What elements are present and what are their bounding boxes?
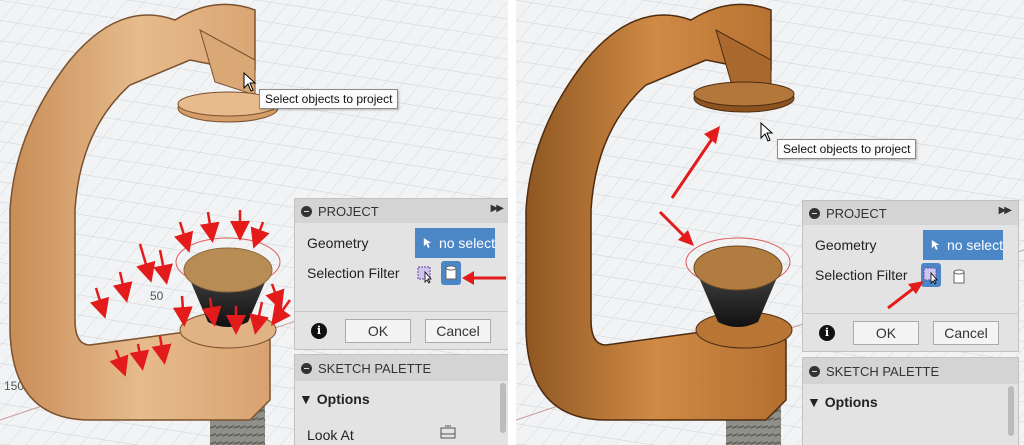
tooltip-select-objects: Select objects to project bbox=[777, 139, 917, 159]
options-section[interactable]: ▼ Options bbox=[807, 394, 878, 410]
options-label: Options bbox=[316, 391, 370, 407]
geometry-label: Geometry bbox=[815, 237, 877, 253]
collapse-icon[interactable] bbox=[809, 365, 820, 377]
look-at-icon[interactable] bbox=[439, 425, 457, 441]
arrow-cursor-icon bbox=[423, 238, 432, 248]
tooltip-select-objects: Select objects to project bbox=[259, 89, 399, 109]
project-panel-header[interactable]: PROJECT ▶▶ bbox=[295, 199, 508, 223]
collapse-icon[interactable] bbox=[809, 207, 820, 219]
left-screenshot-pane: 50 150 Select objects to project PROJECT… bbox=[0, 0, 508, 445]
sketch-palette-header[interactable]: SKETCH PALETTE bbox=[803, 358, 1018, 384]
collapse-icon[interactable] bbox=[301, 362, 312, 374]
expand-panel-icon[interactable]: ▶▶ bbox=[999, 205, 1012, 216]
sketch-palette-panel: SKETCH PALETTE ▼ Options bbox=[802, 357, 1019, 445]
geometry-select-button[interactable]: no select bbox=[415, 228, 495, 258]
annotation-arrow-filter bbox=[462, 271, 506, 285]
mouse-cursor-icon bbox=[760, 122, 774, 142]
expand-panel-icon[interactable]: ▶▶ bbox=[491, 203, 504, 214]
geometry-select-button[interactable]: no select bbox=[923, 230, 1003, 260]
sketch-palette-header[interactable]: SKETCH PALETTE bbox=[295, 355, 508, 381]
info-icon[interactable]: i bbox=[311, 323, 327, 339]
specified-entities-filter-icon[interactable] bbox=[415, 264, 435, 284]
sketch-palette-title: SKETCH PALETTE bbox=[318, 360, 432, 376]
bodies-filter-button[interactable] bbox=[441, 261, 461, 285]
arrow-cursor-icon bbox=[931, 240, 940, 250]
body-cylinder-icon[interactable] bbox=[949, 266, 969, 286]
mouse-cursor-icon bbox=[243, 72, 257, 92]
sketch-palette-title: SKETCH PALETTE bbox=[826, 363, 940, 379]
look-at-label: Look At bbox=[307, 427, 354, 443]
caret-down-icon: ▼ bbox=[299, 391, 313, 407]
scrollbar[interactable] bbox=[500, 383, 506, 433]
axis-label-50: 50 bbox=[150, 289, 164, 303]
annotation-arrow-filter bbox=[887, 281, 924, 310]
geometry-select-label: no select bbox=[438, 235, 495, 251]
options-section[interactable]: ▼ Options bbox=[299, 391, 370, 407]
cancel-button[interactable]: Cancel bbox=[933, 321, 999, 345]
project-panel: PROJECT ▶▶ Geometry no select Selection … bbox=[802, 200, 1019, 352]
body-cylinder-icon bbox=[445, 265, 457, 280]
caret-down-icon: ▼ bbox=[807, 394, 821, 410]
project-panel-title: PROJECT bbox=[826, 205, 887, 221]
geometry-label: Geometry bbox=[307, 235, 369, 251]
sketch-palette-panel: SKETCH PALETTE ▼ Options Look At bbox=[294, 354, 508, 445]
scrollbar[interactable] bbox=[1008, 386, 1014, 436]
collapse-icon[interactable] bbox=[301, 205, 312, 217]
selection-filter-label: Selection Filter bbox=[307, 265, 400, 281]
project-panel-title: PROJECT bbox=[318, 203, 379, 219]
pane-divider bbox=[508, 0, 516, 445]
options-label: Options bbox=[824, 394, 878, 410]
right-screenshot-pane: Select objects to project PROJECT ▶▶ Geo… bbox=[516, 0, 1024, 445]
project-panel-header[interactable]: PROJECT ▶▶ bbox=[803, 201, 1018, 225]
geometry-select-label: no select bbox=[946, 237, 1003, 253]
cancel-button[interactable]: Cancel bbox=[425, 319, 491, 343]
info-icon[interactable]: i bbox=[819, 325, 835, 341]
ok-button[interactable]: OK bbox=[853, 321, 919, 345]
ok-button[interactable]: OK bbox=[345, 319, 411, 343]
